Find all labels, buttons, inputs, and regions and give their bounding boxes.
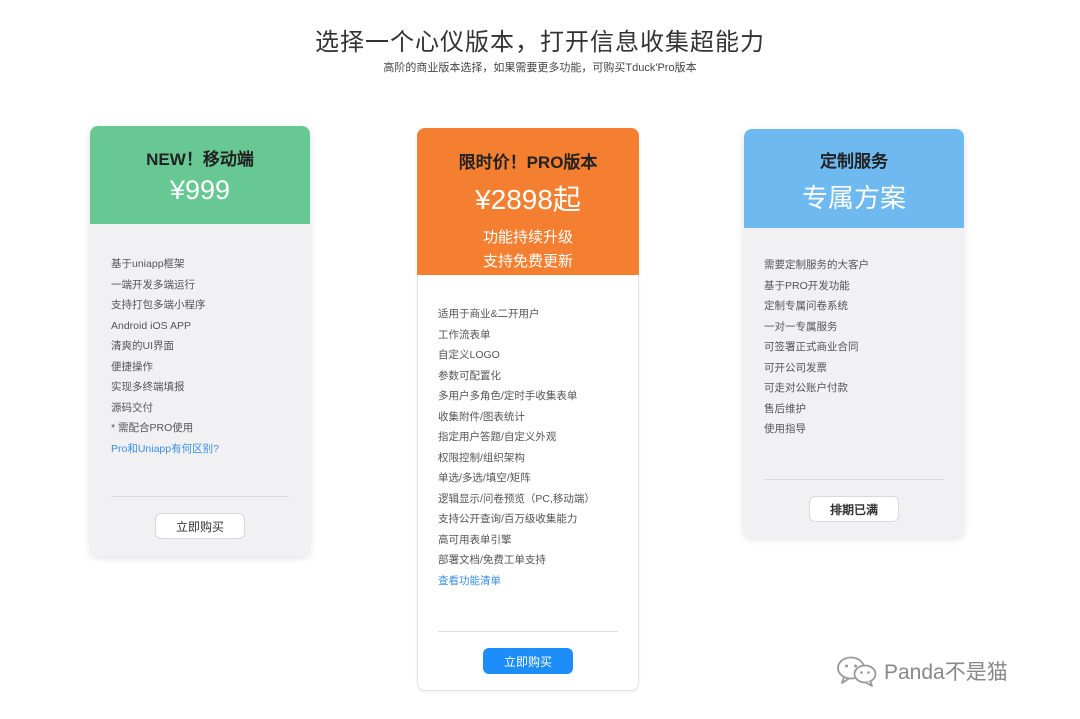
compare-link[interactable]: Pro和Uniapp有何区别? <box>111 439 219 460</box>
feature-item: 支持公开查询/百万级收集能力 <box>438 513 578 525</box>
page-title: 选择一个心仪版本，打开信息收集超能力 <box>315 29 765 56</box>
feature-item: 指定用户答题/自定义外观 <box>438 431 557 443</box>
card-price: 专属方案 <box>801 183 906 213</box>
feature-item: 源码交付 <box>111 401 153 414</box>
feature-item: 基于PRO开发功能 <box>764 279 850 292</box>
feature-item: 使用指导 <box>764 423 806 435</box>
feature-item: 售后维护 <box>764 402 806 415</box>
card-title: 限时价！PRO版本 <box>458 153 598 172</box>
feature-item: 适用于商业&二开用户 <box>438 308 540 320</box>
feature-item: 实现多终端填报 <box>111 381 185 393</box>
buy-now-button[interactable]: 立即购买 <box>155 513 245 539</box>
feature-list: 适用于商业&二开用户 工作流表单 自定义LOGO 参数可配置化 多用户多角色/定… <box>438 304 595 591</box>
divider <box>438 631 618 632</box>
feature-list: 基于uniapp框架 一端开发多端运行 支持打包多端小程序 Android iO… <box>111 254 219 459</box>
feature-item: 便捷操作 <box>111 360 153 373</box>
card-price: ¥999 <box>169 175 231 205</box>
feature-item: 一对一专属服务 <box>764 320 838 333</box>
feature-item: 参数可配置化 <box>438 369 501 382</box>
page-subtitle: 高阶的商业版本选择，如果需要更多功能，可购买Tduck'Pro版本 <box>383 62 697 74</box>
card-title: 定制服务 <box>820 152 888 171</box>
divider <box>111 496 289 497</box>
feature-list: 需要定制服务的大客户 基于PRO开发功能 定制专属问卷系统 一对一专属服务 可签… <box>764 255 869 440</box>
feature-item: 工作流表单 <box>438 328 491 341</box>
divider <box>764 479 944 480</box>
feature-item: 单选/多选/填空/矩阵 <box>438 472 531 484</box>
feature-item: 高可用表单引擎 <box>438 533 512 546</box>
pricing-card-custom: 定制服务 专属方案 需要定制服务的大客户 基于PRO开发功能 定制专属问卷系统 … <box>744 129 964 537</box>
feature-item: 清爽的UI界面 <box>111 340 174 352</box>
tagline-upgrade: 功能持续升级 <box>482 229 573 246</box>
schedule-full-button[interactable]: 排期已满 <box>809 496 899 522</box>
pricing-card-mobile: NEW！移动端 ¥999 基于uniapp框架 一端开发多端运行 支持打包多端小… <box>90 126 310 556</box>
watermark-text: Panda不是猫 <box>884 661 1008 684</box>
feature-item: 权限控制/组织架构 <box>438 451 525 464</box>
feature-item: 定制专属问卷系统 <box>764 300 848 312</box>
feature-item: 可走对公账户付款 <box>764 382 848 394</box>
feature-item: 一端开发多端运行 <box>111 278 195 291</box>
card-tagline: 功能持续升级 支持免费更新 <box>417 226 639 274</box>
feature-item: 收集附件/图表统计 <box>438 410 525 423</box>
feature-item: 多用户多角色/定时手收集表单 <box>438 390 578 402</box>
feature-item: 基于uniapp框架 <box>111 258 185 270</box>
card-title: NEW！移动端 <box>146 150 254 169</box>
feature-item: 支持打包多端小程序 <box>111 299 206 311</box>
feature-list-link[interactable]: 查看功能清单 <box>438 571 595 592</box>
watermark: Panda不是猫 <box>836 654 1008 688</box>
feature-item: 逻辑显示/问卷预览（PC,移动端） <box>438 492 595 505</box>
feature-item: 可开公司发票 <box>764 361 827 374</box>
card-header: 限时价！PRO版本 ¥2898起 功能持续升级 支持免费更新 <box>417 128 639 275</box>
buy-now-button[interactable]: 立即购买 <box>483 648 573 674</box>
pricing-card-pro: 限时价！PRO版本 ¥2898起 功能持续升级 支持免费更新 适用于商业&二开用… <box>417 128 639 691</box>
feature-item: 可签署正式商业合同 <box>764 341 859 353</box>
feature-item: * 需配合PRO使用 <box>111 422 194 434</box>
card-price: ¥2898起 <box>475 184 581 215</box>
wechat-icon <box>836 655 878 687</box>
card-header: NEW！移动端 ¥999 <box>90 126 310 224</box>
feature-item: 自定义LOGO <box>438 349 500 361</box>
feature-item: 需要定制服务的大客户 <box>764 259 869 271</box>
feature-item: Android iOS APP <box>111 319 191 332</box>
feature-item: 部署文档/免费工单支持 <box>438 554 546 566</box>
card-header: 定制服务 专属方案 <box>744 129 964 228</box>
tagline-free-update: 支持免费更新 <box>482 253 573 270</box>
